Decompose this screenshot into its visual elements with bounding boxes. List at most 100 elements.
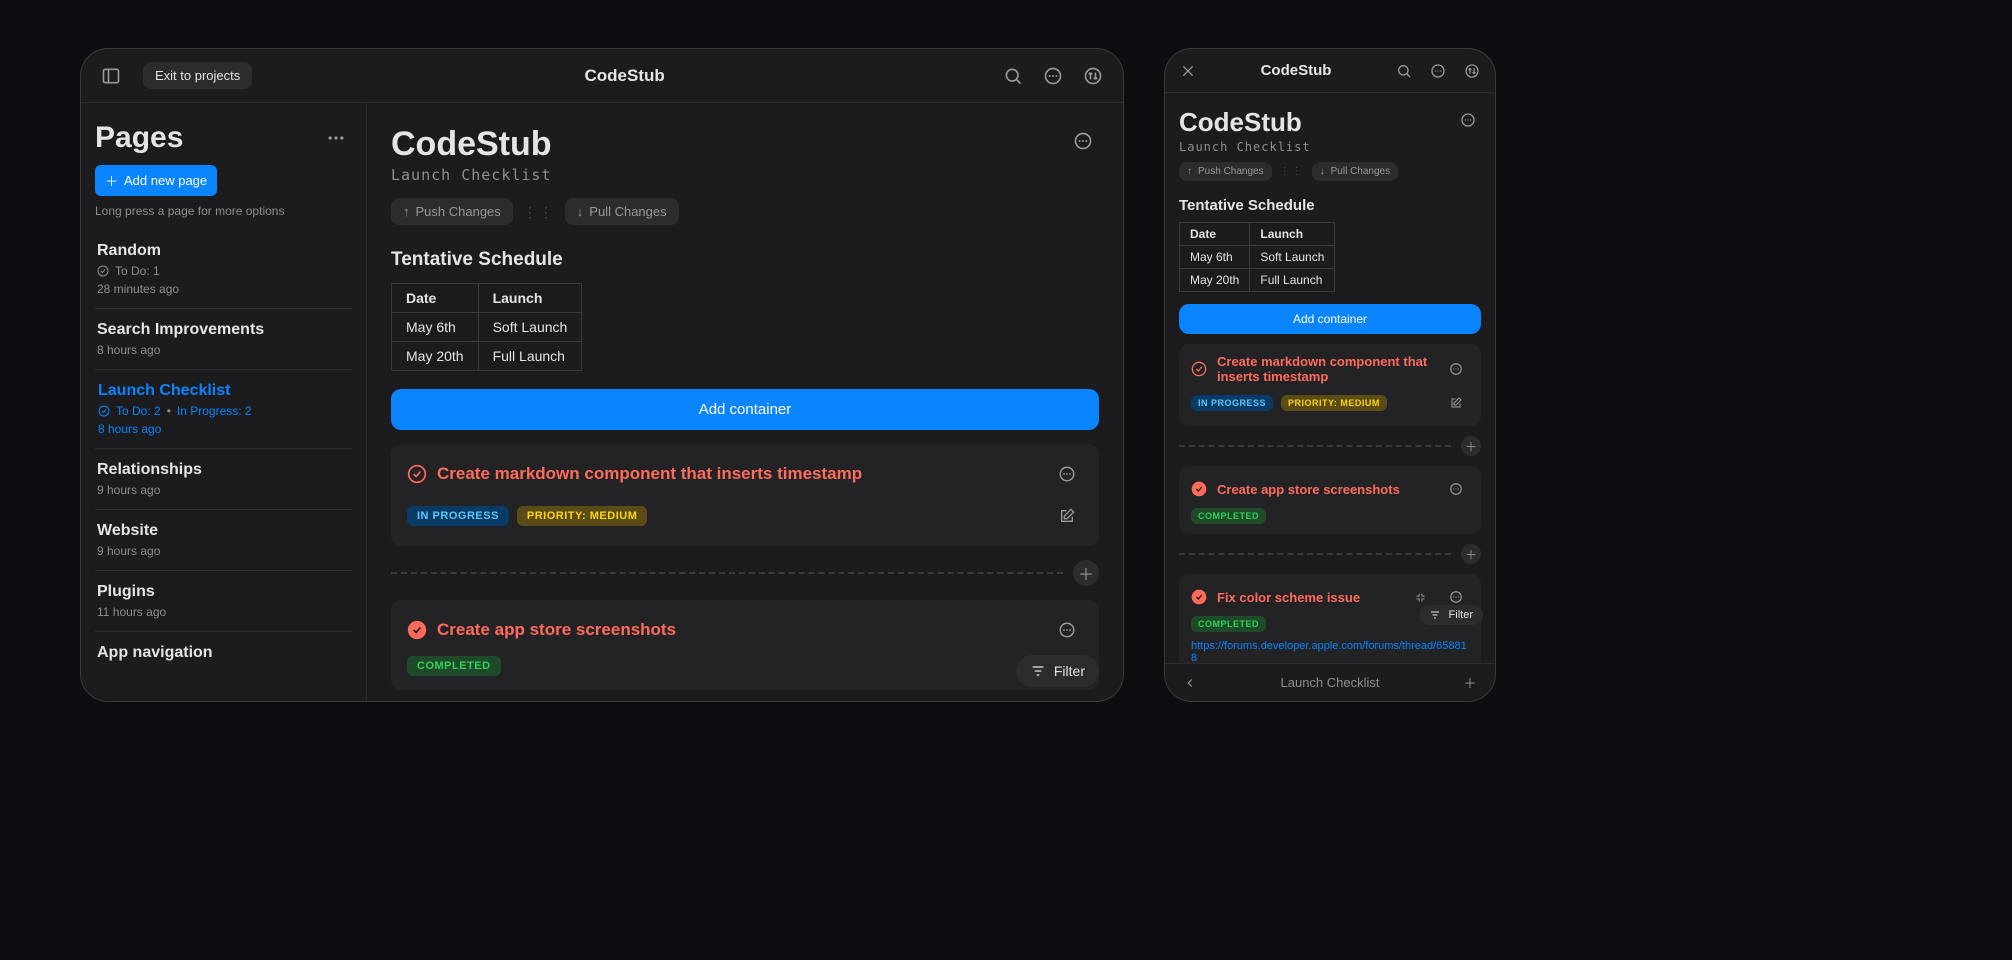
compact-toolbar: CodeStub — [1165, 49, 1495, 93]
add-between-button[interactable]: ＋ — [1461, 544, 1481, 564]
add-page-button[interactable]: ＋ Add new page — [95, 165, 217, 196]
add-between-button[interactable]: ＋ — [1073, 560, 1099, 586]
main-window: Exit to projects CodeStub Pages ＋ Add ne… — [80, 48, 1124, 702]
task-more-icon[interactable] — [1443, 356, 1469, 382]
task-title: Create markdown component that inserts t… — [1217, 354, 1433, 384]
task-more-icon[interactable] — [1051, 614, 1083, 646]
table-cell: May 20th — [1180, 269, 1250, 292]
divider: ＋ — [391, 560, 1099, 586]
status-icon — [98, 405, 110, 417]
document-main: CodeStub Launch Checklist ↑ Push Changes… — [367, 103, 1123, 701]
table-row: May 6th Soft Launch — [1180, 246, 1335, 269]
table-cell: Full Launch — [1250, 269, 1335, 292]
task-check-icon[interactable] — [1191, 481, 1207, 497]
page-title: Random — [97, 242, 350, 260]
more-icon[interactable] — [1425, 58, 1451, 84]
schedule-table: Date Launch May 6th Soft Launch May 20th… — [391, 283, 582, 371]
page-time: 8 hours ago — [98, 422, 350, 436]
filter-label: Filter — [1449, 609, 1473, 621]
doc-more-icon[interactable] — [1455, 107, 1481, 133]
upload-icon: ↑ — [403, 204, 410, 219]
add-container-button[interactable]: Add container — [1179, 304, 1481, 334]
sidebar-item-plugins[interactable]: Plugins 11 hours ago — [95, 570, 352, 631]
doc-title: CodeStub — [391, 125, 552, 164]
close-icon[interactable] — [1175, 58, 1201, 84]
add-between-button[interactable]: ＋ — [1461, 436, 1481, 456]
table-header: Launch — [478, 284, 582, 313]
sidebar-item-relationships[interactable]: Relationships 9 hours ago — [95, 448, 352, 509]
task-check-icon[interactable] — [407, 620, 427, 640]
task-check-icon[interactable] — [1191, 589, 1207, 605]
filter-icon — [1030, 663, 1046, 679]
task-link[interactable]: https://forums.developer.apple.com/forum… — [1191, 640, 1469, 663]
breadcrumb-title: Launch Checklist — [1203, 675, 1457, 690]
task-more-icon[interactable] — [1051, 458, 1083, 490]
status-badge: IN PROGRESS — [407, 506, 509, 526]
task-check-icon[interactable] — [1191, 361, 1207, 377]
sidebar-item-random[interactable]: Random To Do: 1 28 minutes ago — [95, 230, 352, 308]
pull-button[interactable]: ↓ Pull Changes — [1312, 162, 1398, 181]
task-card[interactable]: Create markdown component that inserts t… — [1179, 344, 1481, 426]
sync-icon[interactable] — [1459, 58, 1485, 84]
table-cell: Soft Launch — [1250, 246, 1335, 269]
sidebar-hint: Long press a page for more options — [95, 204, 352, 218]
page-title: Relationships — [97, 461, 350, 479]
task-more-icon[interactable] — [1443, 476, 1469, 502]
pull-label: Pull Changes — [589, 204, 666, 219]
page-status: To Do: 1 — [115, 264, 160, 278]
page-status: To Do: 2 — [116, 404, 161, 418]
status-badge: IN PROGRESS — [1191, 395, 1273, 411]
page-title: Search Improvements — [97, 321, 350, 339]
page-time: 9 hours ago — [97, 483, 350, 497]
push-button[interactable]: ↑ Push Changes — [1179, 162, 1272, 181]
back-icon[interactable] — [1177, 670, 1203, 696]
section-heading: Tentative Schedule — [1179, 197, 1481, 214]
add-icon[interactable]: ＋ — [1457, 670, 1483, 696]
sidebar-item-search[interactable]: Search Improvements 8 hours ago — [95, 308, 352, 369]
compact-window: CodeStub CodeStub Launch Checklist ↑ Pus… — [1164, 48, 1496, 702]
page-status2: In Progress: 2 — [177, 404, 252, 418]
task-check-icon[interactable] — [407, 464, 427, 484]
doc-more-icon[interactable] — [1067, 125, 1099, 157]
priority-badge: Priority: Medium — [517, 506, 647, 526]
schedule-table: Date Launch May 6th Soft Launch May 20th… — [1179, 222, 1335, 292]
status-badge: COMPLETED — [407, 656, 501, 676]
more-icon[interactable] — [1037, 60, 1069, 92]
upload-icon: ↑ — [1187, 166, 1192, 177]
sidebar-toggle-icon[interactable] — [95, 60, 127, 92]
compact-title: CodeStub — [1209, 62, 1383, 79]
search-icon[interactable] — [1391, 58, 1417, 84]
push-button[interactable]: ↑ Push Changes — [391, 198, 513, 225]
table-header: Launch — [1250, 223, 1335, 246]
search-icon[interactable] — [997, 60, 1029, 92]
task-title: Create app store screenshots — [1217, 482, 1433, 497]
doc-subtitle: Launch Checklist — [1179, 140, 1311, 154]
sidebar-more-icon[interactable] — [320, 122, 352, 154]
drag-handle-icon[interactable]: ⋮⋮ — [523, 208, 555, 216]
page-title: Launch Checklist — [98, 382, 350, 400]
task-card[interactable]: Create app store screenshots COMPLETED — [1179, 466, 1481, 534]
add-container-button[interactable]: Add container — [391, 389, 1099, 430]
edit-icon[interactable] — [1443, 390, 1469, 416]
pull-label: Pull Changes — [1331, 166, 1390, 177]
priority-badge: Priority: Medium — [1281, 395, 1387, 411]
sync-icon[interactable] — [1077, 60, 1109, 92]
sidebar: Pages ＋ Add new page Long press a page f… — [81, 103, 367, 701]
edit-icon[interactable] — [1051, 500, 1083, 532]
page-title: App navigation — [97, 644, 350, 662]
sidebar-item-navigation[interactable]: App navigation — [95, 631, 352, 674]
status-badge: COMPLETED — [1191, 616, 1266, 632]
sidebar-item-website[interactable]: Website 9 hours ago — [95, 509, 352, 570]
filter-button[interactable]: Filter — [1419, 605, 1483, 625]
table-row: May 20th Full Launch — [1180, 269, 1335, 292]
pull-button[interactable]: ↓ Pull Changes — [565, 198, 679, 225]
task-card[interactable]: Create app store screenshots COMPLETED — [391, 600, 1099, 690]
drag-handle-icon[interactable]: ⋮⋮ — [1280, 168, 1304, 176]
exit-button[interactable]: Exit to projects — [143, 62, 252, 89]
sidebar-item-launch[interactable]: Launch Checklist To Do: 2 • In Progress:… — [95, 369, 352, 448]
toolbar: Exit to projects CodeStub — [81, 49, 1123, 103]
table-cell: Soft Launch — [478, 313, 582, 342]
doc-title: CodeStub — [1179, 107, 1311, 138]
task-card[interactable]: Create markdown component that inserts t… — [391, 444, 1099, 546]
filter-button[interactable]: Filter — [1016, 655, 1099, 687]
